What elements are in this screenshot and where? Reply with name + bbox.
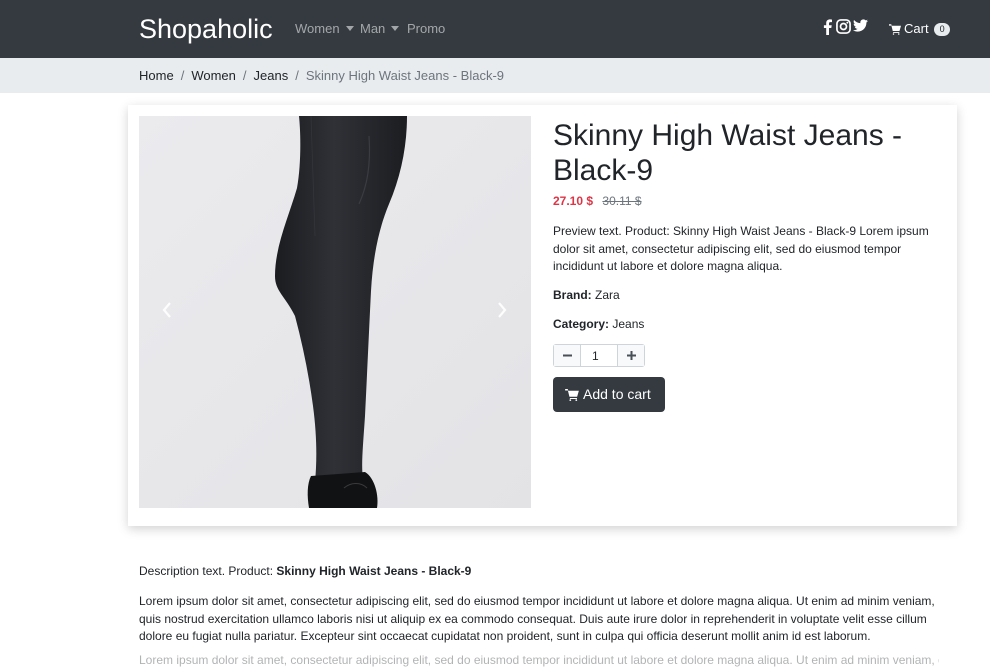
nav-promo-label: Promo bbox=[407, 21, 446, 36]
shopping-cart-icon bbox=[565, 389, 579, 401]
nav-promo-link[interactable]: Promo bbox=[407, 21, 445, 37]
instagram-icon[interactable] bbox=[836, 19, 851, 39]
product-photo-jeans bbox=[139, 116, 531, 508]
category-row: Category: Jeans bbox=[553, 317, 644, 332]
brand-label: Brand: bbox=[553, 288, 592, 302]
nav-women-dropdown[interactable]: Women bbox=[295, 21, 354, 37]
facebook-icon[interactable] bbox=[823, 19, 832, 39]
nav-women-label: Women bbox=[295, 21, 340, 36]
category-label: Category: bbox=[553, 317, 610, 331]
old-price: 30.11 $ bbox=[602, 194, 642, 208]
current-price: 27.10 $ bbox=[553, 194, 594, 208]
product-title: Skinny High Waist Jeans - Black-9 bbox=[553, 119, 903, 187]
description-body: Lorem ipsum dolor sit amet, consectetur … bbox=[139, 594, 935, 643]
twitter-icon[interactable] bbox=[853, 19, 868, 39]
minus-icon bbox=[563, 354, 572, 357]
add-to-cart-button[interactable]: Add to cart bbox=[553, 377, 665, 412]
quantity-stepper bbox=[553, 344, 645, 367]
product-preview-text: Preview text. Product: Skinny High Waist… bbox=[553, 224, 929, 273]
caret-down-icon bbox=[345, 26, 354, 31]
description-body-next: Lorem ipsum dolor sit amet, consectetur … bbox=[139, 653, 939, 667]
carousel-prev-icon[interactable] bbox=[162, 302, 172, 323]
product-card: Skinny High Waist Jeans - Black-9 27.10 … bbox=[128, 105, 957, 526]
breadcrumb-separator: / bbox=[180, 68, 185, 83]
add-to-cart-label: Add to cart bbox=[583, 386, 651, 402]
breadcrumb-women[interactable]: Women bbox=[191, 68, 236, 83]
brand-row: Brand: Zara bbox=[553, 288, 620, 303]
description-product-name: Skinny High Waist Jeans - Black-9 bbox=[276, 564, 472, 578]
breadcrumb-separator: / bbox=[295, 68, 299, 83]
plus-icon bbox=[627, 351, 636, 360]
breadcrumb: Home / Women / Jeans / Skinny High Waist Jeans… bbox=[139, 68, 504, 84]
brand-logo[interactable]: Shopaholic bbox=[139, 12, 273, 46]
product-image-carousel[interactable] bbox=[139, 116, 531, 508]
shopping-cart-icon bbox=[889, 24, 901, 35]
carousel-next-icon[interactable] bbox=[497, 302, 507, 323]
nav-man-label: Man bbox=[360, 21, 386, 36]
breadcrumb-separator: / bbox=[242, 68, 247, 83]
cart-label: Cart bbox=[904, 21, 929, 36]
caret-down-icon bbox=[391, 26, 400, 31]
category-value: Jeans bbox=[612, 317, 645, 331]
breadcrumb-active: Skinny High Waist Jeans - Black-9 bbox=[305, 68, 505, 83]
description-intro-text: Description text. Product: bbox=[139, 564, 274, 578]
description-intro: Description text. Product: Skinny High W… bbox=[139, 564, 471, 579]
breadcrumb-jeans[interactable]: Jeans bbox=[254, 68, 289, 83]
cart-count-badge: 0 bbox=[934, 23, 951, 36]
decrease-quantity-button[interactable] bbox=[554, 345, 581, 366]
nav-man-dropdown[interactable]: Man bbox=[360, 21, 400, 37]
quantity-input[interactable] bbox=[582, 346, 617, 365]
navbar: Shopaholic Women Man Promo Cart 0 bbox=[0, 0, 990, 58]
cart-link[interactable]: Cart 0 bbox=[889, 21, 951, 37]
breadcrumb-bar: Home / Women / Jeans / Skinny High Waist Jeans… bbox=[0, 58, 990, 93]
increase-quantity-button[interactable] bbox=[617, 345, 644, 366]
price-row: 27.10 $ 30.11 $ bbox=[553, 194, 642, 209]
breadcrumb-home[interactable]: Home bbox=[139, 68, 174, 83]
brand-value: Zara bbox=[595, 288, 620, 302]
